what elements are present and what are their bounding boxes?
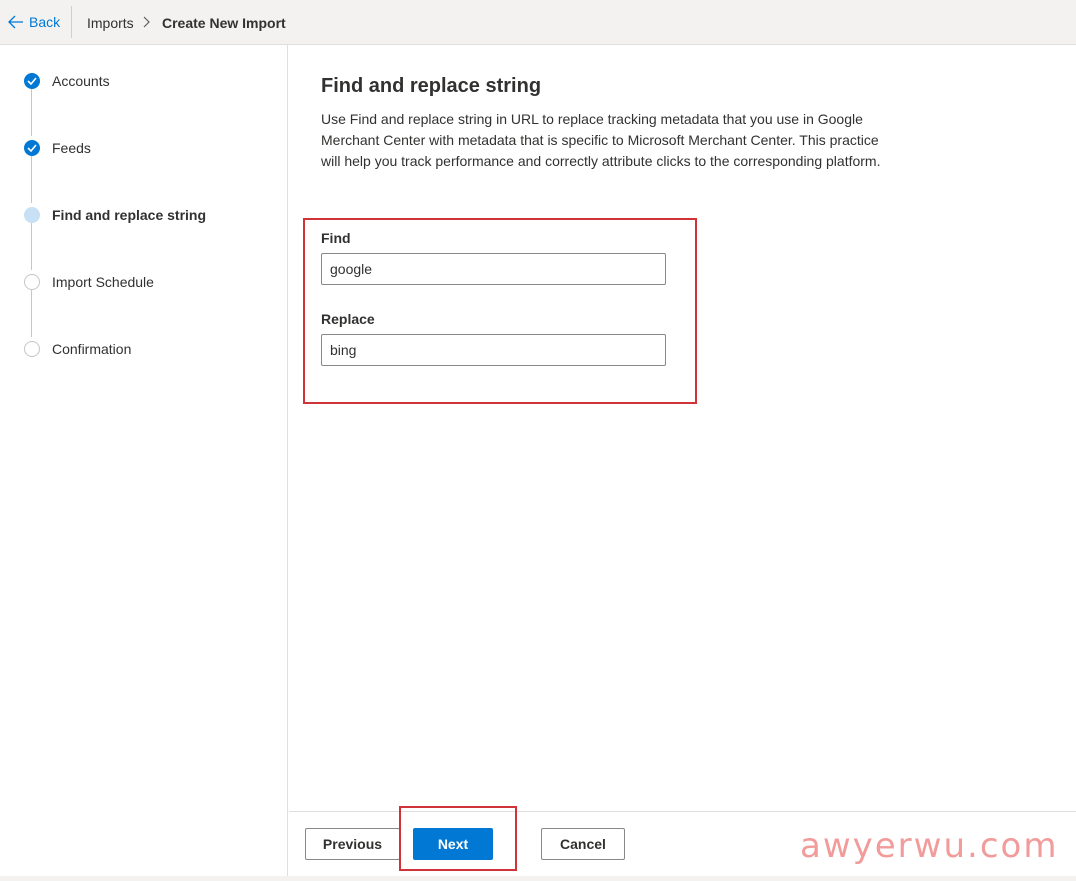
step-label: Feeds — [52, 140, 91, 156]
step-label: Find and replace string — [52, 207, 207, 223]
step-accounts[interactable]: Accounts — [24, 73, 110, 89]
step-connector — [31, 290, 32, 337]
cancel-button[interactable]: Cancel — [541, 828, 625, 860]
arrow-left-icon — [8, 15, 23, 29]
step-connector — [31, 156, 32, 203]
previous-button[interactable]: Previous — [305, 828, 400, 860]
page-title: Find and replace string — [321, 75, 542, 97]
breadcrumb-chevron-icon — [143, 15, 151, 31]
top-bar: Back Imports Create New Import — [0, 0, 1076, 45]
step-import-schedule: Import Schedule — [24, 274, 154, 290]
step-confirmation: Confirmation — [24, 341, 131, 357]
main-content: Find and replace string Use Find and rep… — [289, 45, 1076, 811]
pending-step-dot-icon — [24, 341, 40, 357]
watermark: awyerwu.com — [800, 826, 1059, 866]
replace-input[interactable] — [321, 334, 666, 366]
step-label: Confirmation — [52, 341, 132, 357]
topbar-divider — [71, 6, 72, 38]
step-label: Import Schedule — [52, 274, 154, 290]
current-step-dot-icon — [24, 207, 40, 223]
replace-label: Replace — [321, 311, 375, 327]
step-feeds[interactable]: Feeds — [24, 140, 91, 156]
step-find-and-replace[interactable]: Find and replace string — [24, 207, 206, 223]
step-label: Accounts — [52, 73, 110, 89]
step-connector — [31, 223, 32, 270]
pending-step-dot-icon — [24, 274, 40, 290]
breadcrumb-imports[interactable]: Imports — [87, 15, 134, 31]
back-label: Back — [29, 14, 61, 30]
check-icon — [24, 73, 40, 89]
breadcrumb-current: Create New Import — [162, 15, 286, 31]
find-label: Find — [321, 230, 351, 246]
bottom-strip — [0, 876, 1076, 881]
next-button[interactable]: Next — [413, 828, 493, 860]
find-input[interactable] — [321, 253, 666, 285]
step-connector — [31, 89, 32, 136]
check-icon — [24, 140, 40, 156]
page-description: Use Find and replace string in URL to re… — [321, 111, 881, 169]
step-sidebar: Accounts Feeds Find and replace string I… — [0, 45, 288, 876]
back-button[interactable]: Back — [8, 14, 60, 30]
